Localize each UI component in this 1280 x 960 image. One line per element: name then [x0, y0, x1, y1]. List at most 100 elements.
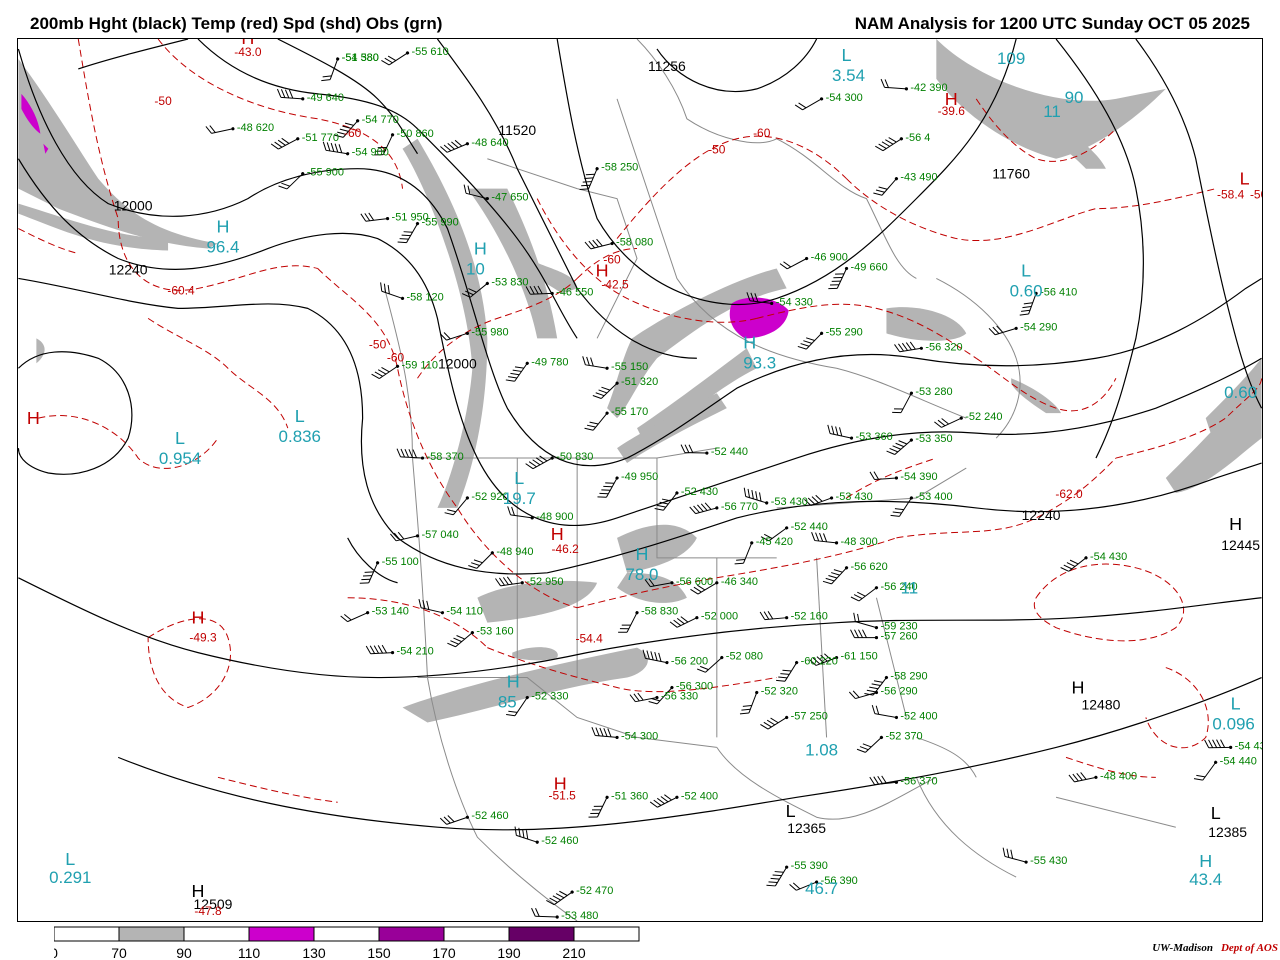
wind-barb: [739, 690, 759, 715]
height-contour-label: 12000: [438, 355, 477, 371]
station-obs-label: -52 240: [965, 411, 1002, 423]
station-obs-label: -57 260: [880, 631, 917, 643]
wind-barbs: [205, 51, 1233, 919]
temperature-label: -60: [387, 350, 405, 364]
temperature-contour: [616, 135, 847, 239]
pressure-center-marker: L: [65, 849, 75, 869]
station-obs-label: -54 900: [352, 147, 389, 159]
wind-barb: [797, 331, 824, 350]
station-obs-label: -55 390: [791, 860, 828, 872]
station-obs-label: -53 430: [771, 496, 808, 508]
political-borders: [384, 39, 1176, 921]
station-obs-label: -56 770: [721, 501, 758, 513]
station-obs-label: -53 140: [372, 606, 409, 618]
pressure-center-marker: L: [842, 45, 852, 65]
wind-barb: [205, 125, 235, 134]
temperature-label: -50: [708, 143, 726, 157]
pressure-center-marker: H: [192, 881, 205, 901]
pressure-center-marker: L: [1021, 260, 1031, 280]
weather-map: -51 580 -55 610-49 640-54 770-48 620 -50 8…: [17, 38, 1263, 922]
station-obs-label: -43 490: [900, 172, 937, 184]
station-obs-label: -52 080: [726, 651, 763, 663]
temperature-label: -62.0: [1055, 487, 1083, 501]
station-obs-label: -55 990: [421, 217, 458, 229]
wind-barb: [629, 692, 659, 703]
station-obs-label: -56 4: [905, 132, 930, 144]
station-obs-label: -52 000: [701, 611, 738, 623]
station-obs-label: -52 460: [471, 810, 508, 822]
colorbar-tick-label: 190: [497, 945, 521, 960]
wind-barb: [418, 598, 445, 615]
station-obs-label: -53 830: [491, 276, 528, 288]
wind-barb: [649, 794, 679, 808]
station-obs-label: -46 550: [556, 286, 593, 298]
colorbar-tick-label: 70: [111, 945, 127, 960]
colorbar-segment: [378, 926, 445, 942]
station-obs-label: -54 110: [446, 606, 482, 618]
station-obs-label: -57 250: [791, 710, 828, 722]
height-contour-label: 12240: [109, 261, 148, 277]
speed-center-value: 43.4: [1189, 870, 1222, 889]
station-obs-label: -49 950: [621, 471, 658, 483]
pressure-center-marker: H: [192, 608, 205, 628]
height-contour-label: 12385: [1208, 824, 1247, 840]
wind-barb: [468, 551, 494, 569]
pressure-center-marker: H: [551, 524, 564, 544]
station-obs-label: -52 440: [711, 446, 748, 458]
credit-university: UW-Madison: [1152, 942, 1213, 954]
station-obs-label: -58 830: [641, 606, 678, 618]
wind-barb: [440, 139, 469, 153]
station-obs-label: -48 900: [536, 511, 573, 523]
wind-barb: [270, 137, 300, 150]
station-obs-label: -48 300: [841, 536, 878, 548]
station-obs-label: -55 430: [1030, 855, 1067, 867]
station-obs-label: -54 210: [397, 646, 434, 658]
wind-barb: [856, 735, 884, 753]
pressure-center-marker: H: [596, 260, 609, 280]
height-contour-label: 11520: [498, 122, 536, 138]
colorbar-tick-label: 130: [302, 945, 326, 960]
wind-barb: [546, 890, 574, 906]
station-obs-label: -52 320: [761, 686, 798, 698]
temperature-label: -49.3: [189, 631, 217, 645]
wind-barb: [766, 865, 789, 887]
speed-shade-region: [36, 338, 45, 364]
wind-barb: [892, 391, 913, 414]
pressure-center-marker: H: [636, 544, 649, 564]
station-obs-label: -54 380: [342, 52, 379, 64]
station-obs-label: -58 250: [601, 162, 638, 174]
pressure-center-marker: L: [295, 406, 305, 426]
height-contour-label: 12365: [787, 820, 826, 836]
height-contour-label: 12000: [114, 198, 153, 214]
station-obs-label: -48 640: [471, 137, 508, 149]
temperature-label: -47.8: [194, 904, 222, 918]
wind-barb: [654, 491, 679, 511]
wind-barb: [505, 361, 529, 382]
wind-barb: [525, 455, 554, 470]
station-obs-label: -54 770: [362, 114, 399, 126]
colorbar-segment: [54, 926, 120, 942]
temperature-label: -58.4: [1217, 188, 1245, 202]
station-obs-label: -53 280: [915, 386, 952, 398]
station-obs-label: -52 460: [541, 835, 578, 847]
wind-barb: [811, 532, 839, 545]
wind-barb: [869, 471, 899, 481]
pressure-center-marker: L: [175, 428, 185, 448]
speed-center-value: 0.836: [279, 427, 321, 446]
pressure-center-marker: H: [241, 38, 254, 48]
pressure-center-marker: H: [945, 89, 958, 109]
station-obs-label: -55 900: [307, 167, 344, 179]
wind-barb: [827, 424, 854, 440]
wind-barb: [776, 660, 799, 682]
wind-barb: [322, 141, 350, 156]
pressure-center-marker: H: [1199, 851, 1212, 871]
speed-center-value: 11: [901, 579, 919, 598]
station-obs-label: -52 470: [576, 885, 613, 897]
speed-center-value: 0.096: [1212, 714, 1254, 733]
speed-center-value: 10: [466, 259, 485, 278]
station-obs-label: -56 320: [925, 341, 962, 353]
wind-barb: [880, 78, 908, 91]
wind-barb: [360, 212, 390, 222]
station-obs-label: -55 170: [611, 406, 648, 418]
station-obs-label: -53 400: [915, 491, 952, 503]
